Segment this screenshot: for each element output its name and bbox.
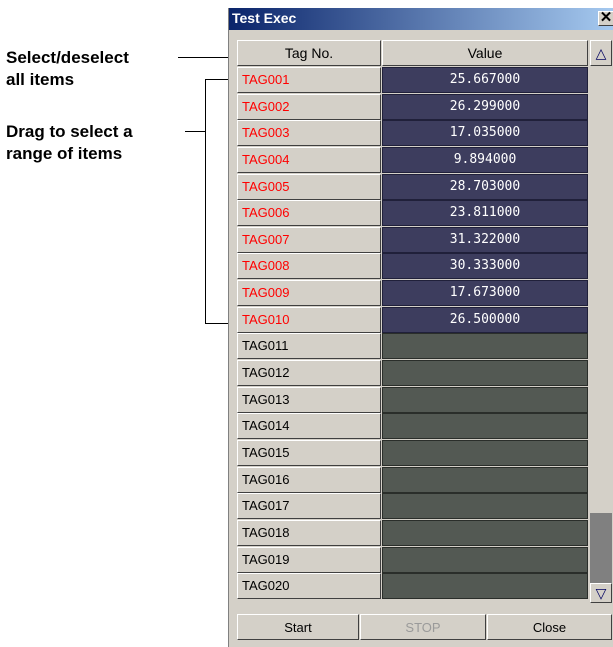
annotation-select-line1: Select/deselect xyxy=(6,48,129,67)
tag-cell[interactable]: TAG012 xyxy=(237,360,381,387)
table-row: TAG004 9.894000 xyxy=(237,146,589,174)
tag-cell[interactable]: TAG011 xyxy=(237,333,381,360)
stop-button[interactable]: STOP xyxy=(360,614,486,640)
table-row: TAG017 xyxy=(237,493,589,520)
value-cell xyxy=(382,573,588,600)
table-row: TAG015 xyxy=(237,439,589,467)
triangle-down-icon: ▽ xyxy=(595,585,607,601)
close-button[interactable]: Close xyxy=(487,614,612,640)
tag-cell[interactable]: TAG018 xyxy=(237,519,381,546)
value-cell: 30.333000 xyxy=(382,253,588,280)
header-tag-no-button[interactable]: Tag No. xyxy=(237,40,381,66)
tag-cell[interactable]: TAG002 xyxy=(237,93,381,120)
header-tag-label: Tag No. xyxy=(284,45,334,61)
table-row: TAG016 xyxy=(237,466,589,494)
table-row: TAG010 26.500000 xyxy=(237,306,589,334)
tag-cell[interactable]: TAG006 xyxy=(237,200,381,227)
triangle-up-icon: △ xyxy=(595,45,607,61)
tag-cell[interactable]: TAG013 xyxy=(237,386,381,413)
tag-cell[interactable]: TAG015 xyxy=(237,439,381,466)
annotation-drag-line2: range of items xyxy=(6,144,123,163)
scroll-up-button[interactable]: △ xyxy=(590,40,612,66)
table-row: TAG020 xyxy=(237,573,589,600)
tag-cell[interactable]: TAG019 xyxy=(237,546,381,573)
table-row: TAG014 xyxy=(237,413,589,440)
table-row: TAG018 xyxy=(237,519,589,547)
close-icon[interactable]: ✕ xyxy=(598,10,613,26)
bracket-vertical xyxy=(205,79,206,323)
value-cell xyxy=(382,439,588,466)
value-cell xyxy=(382,493,588,520)
header-value-label: Value xyxy=(467,45,503,61)
tag-cell[interactable]: TAG007 xyxy=(237,226,381,253)
annotation-select-deselect: Select/deselect all items xyxy=(6,47,129,91)
value-cell xyxy=(382,413,588,440)
scrollbar-track[interactable] xyxy=(590,66,612,513)
table-row: TAG007 31.322000 xyxy=(237,226,589,254)
value-cell xyxy=(382,333,588,360)
table-row: TAG011 xyxy=(237,333,589,360)
value-cell: 25.667000 xyxy=(382,67,588,93)
callout-line-drag xyxy=(185,131,205,132)
start-button[interactable]: Start xyxy=(237,614,359,640)
tag-cell[interactable]: TAG009 xyxy=(237,280,381,307)
tag-cell[interactable]: TAG005 xyxy=(237,173,381,200)
table-row: TAG012 xyxy=(237,360,589,387)
table-row: TAG003 17.035000 xyxy=(237,120,589,147)
window-title: Test Exec xyxy=(232,10,297,26)
value-cell: 17.673000 xyxy=(382,280,588,307)
tag-cell[interactable]: TAG008 xyxy=(237,253,381,280)
table-row: TAG006 23.811000 xyxy=(237,200,589,227)
test-exec-window: Test Exec ✕ Tag No. Value △ ▽ TAG001 25.6… xyxy=(228,8,613,647)
tag-cell[interactable]: TAG010 xyxy=(237,306,381,333)
value-cell: 31.322000 xyxy=(382,226,588,253)
annotation-select-line2: all items xyxy=(6,70,75,89)
table-row: TAG008 30.333000 xyxy=(237,253,589,280)
tag-cell[interactable]: TAG001 xyxy=(237,67,381,93)
value-cell: 28.703000 xyxy=(382,173,588,200)
value-cell xyxy=(382,386,588,413)
annotation-drag-range: Drag to select a range of items xyxy=(6,121,133,165)
table-row: TAG005 28.703000 xyxy=(237,173,589,201)
value-cell xyxy=(382,546,588,573)
scroll-down-button[interactable]: ▽ xyxy=(590,583,612,603)
value-cell: 26.500000 xyxy=(382,306,588,333)
table-row: TAG009 17.673000 xyxy=(237,280,589,307)
header-value: Value xyxy=(382,40,588,66)
annotation-drag-line1: Drag to select a xyxy=(6,122,133,141)
tag-cell[interactable]: TAG017 xyxy=(237,493,381,520)
value-cell xyxy=(382,466,588,493)
scrollbar-thumb[interactable] xyxy=(590,513,612,583)
tag-cell[interactable]: TAG003 xyxy=(237,120,381,147)
tag-cell[interactable]: TAG016 xyxy=(237,466,381,493)
tag-cell[interactable]: TAG014 xyxy=(237,413,381,440)
table-row: TAG002 26.299000 xyxy=(237,93,589,121)
value-cell xyxy=(382,519,588,546)
table-row: TAG001 25.667000 xyxy=(237,67,589,94)
value-cell: 17.035000 xyxy=(382,120,588,147)
table-row: TAG019 xyxy=(237,546,589,574)
value-cell: 26.299000 xyxy=(382,93,588,120)
title-bar[interactable]: Test Exec ✕ xyxy=(229,8,613,30)
value-cell xyxy=(382,360,588,387)
tag-cell[interactable]: TAG004 xyxy=(237,146,381,173)
value-cell: 23.811000 xyxy=(382,200,588,227)
table-row: TAG013 xyxy=(237,386,589,414)
value-cell: 9.894000 xyxy=(382,146,588,173)
tag-table: TAG001 25.667000 TAG002 26.299000 TAG003 17.0… xyxy=(237,67,589,600)
callout-line-select xyxy=(178,57,232,58)
tag-cell[interactable]: TAG020 xyxy=(237,573,381,600)
